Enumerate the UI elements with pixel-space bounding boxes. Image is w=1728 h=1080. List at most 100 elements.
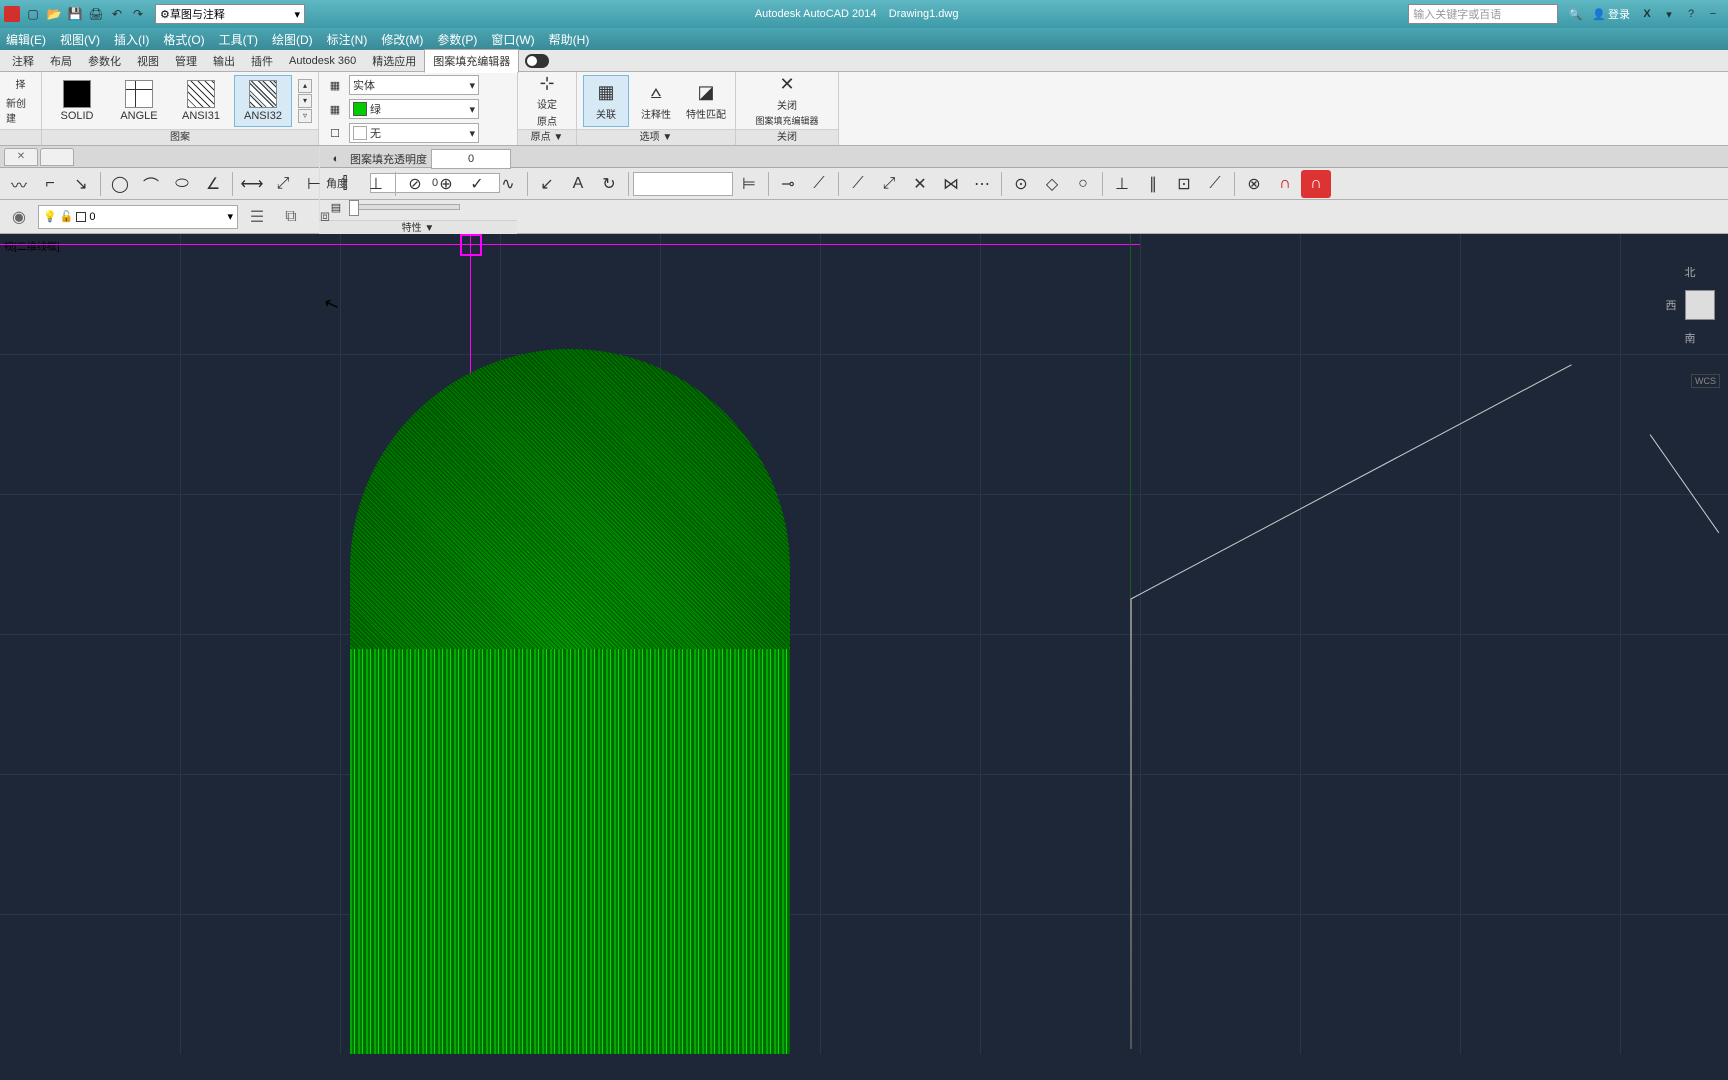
menu-help[interactable]: 帮助(H) (549, 31, 590, 48)
dimstyle-icon[interactable]: ⊨ (734, 170, 764, 198)
snap-insert-icon[interactable]: ⊡ (1169, 170, 1199, 198)
hatch-type-select[interactable]: 实体▾ (349, 75, 479, 95)
new-icon[interactable]: ▢ (24, 5, 42, 23)
snap-parallel-icon[interactable]: ∥ (1138, 170, 1168, 198)
menu-insert[interactable]: 插入(I) (114, 31, 149, 48)
hatch-bg-select[interactable]: 无▾ (349, 123, 479, 143)
layer-iso-icon[interactable]: ⧉ (276, 203, 306, 231)
associative-button[interactable]: ▦关联 (583, 75, 629, 127)
pattern-angle[interactable]: ANGLE (110, 75, 168, 127)
dimstyle-combo[interactable] (633, 172, 733, 196)
tab-annotate[interactable]: 注释 (4, 50, 42, 72)
panel-options-title[interactable]: 选项 ▼ (577, 129, 735, 145)
circle-icon[interactable]: ◯ (105, 170, 135, 198)
login-button[interactable]: 👤 登录 (1592, 6, 1630, 22)
opacity-value[interactable]: 0 (431, 149, 511, 169)
tab-output[interactable]: 输出 (205, 50, 243, 72)
pattern-ansi31[interactable]: ANSI31 (172, 75, 230, 127)
app-icon[interactable] (4, 6, 20, 22)
pattern-ansi32[interactable]: ANSI32 (234, 75, 292, 127)
workspace-selector[interactable]: ⚙ 草图与注释 ▾ (155, 4, 305, 24)
panel-origin-title[interactable]: 原点 ▼ (518, 129, 576, 145)
menu-dimension[interactable]: 标注(N) (327, 31, 368, 48)
file-tab-1[interactable]: ✕ (4, 148, 38, 166)
snap-center-dash-icon[interactable]: ⋯ (967, 170, 997, 198)
angle-icon[interactable]: ∠ (198, 170, 228, 198)
leader-icon[interactable]: ↙ (532, 170, 562, 198)
snap-none-icon[interactable]: ⊗ (1239, 170, 1269, 198)
tab-view[interactable]: 视图 (129, 50, 167, 72)
snap-extension-icon[interactable]: ⤢ (874, 170, 904, 198)
arc-icon[interactable]: ⌒ (136, 170, 166, 198)
osnap-magnet-icon[interactable]: ∩ (1270, 170, 1300, 198)
tab-manage[interactable]: 管理 (167, 50, 205, 72)
dim-continue-icon[interactable]: ⊢ (299, 170, 329, 198)
scale-slider[interactable] (350, 204, 460, 210)
dim-ordinate-icon[interactable]: ⊥ (361, 170, 391, 198)
snap-midpoint-icon[interactable]: ⟋ (804, 170, 834, 198)
open-icon[interactable]: 📂 (45, 5, 63, 23)
snap-node-icon[interactable]: ⟋ (843, 170, 873, 198)
menu-tools[interactable]: 工具(T) (219, 31, 258, 48)
polyline-icon[interactable]: ⌐ (35, 170, 65, 198)
osnap-lock-icon[interactable]: ∩ (1301, 170, 1331, 198)
pattern-scroll[interactable]: ▴▾▿ (298, 79, 312, 123)
dim-linear-icon[interactable]: ⟷ (237, 170, 267, 198)
spline-icon[interactable]: 〰 (4, 170, 34, 198)
dim-diameter-icon[interactable]: ⊕ (431, 170, 461, 198)
menu-format[interactable]: 格式(O) (163, 31, 204, 48)
dim-aligned-icon[interactable]: ⤢ (268, 170, 298, 198)
tab-parametric[interactable]: 参数化 (80, 50, 129, 72)
dim-jog-icon[interactable]: ∿ (493, 170, 523, 198)
binoculars-icon[interactable]: 🔍 (1564, 4, 1586, 24)
dropdown-icon[interactable]: ▾ (1658, 4, 1680, 24)
drawing-canvas[interactable]: 视[二维线框] 北 西 南 WCS ↖ (0, 234, 1728, 1054)
close-hatch-editor-button[interactable]: ✕ 关闭 图案填充编辑器 (742, 75, 832, 127)
menu-window[interactable]: 窗口(W) (491, 31, 534, 48)
tab-featured[interactable]: 精选应用 (364, 50, 424, 72)
ellipse-icon[interactable]: ⬭ (167, 170, 197, 198)
refresh-icon[interactable]: ↻ (594, 170, 624, 198)
print-icon[interactable]: 🖨 (87, 5, 105, 23)
hatched-object[interactable] (350, 349, 790, 1054)
menu-view[interactable]: 视图(V) (60, 31, 100, 48)
match-props-button[interactable]: ◪特性匹配 (683, 75, 729, 127)
file-tab-2[interactable] (40, 148, 74, 166)
undo-icon[interactable]: ↶ (108, 5, 126, 23)
tab-a360[interactable]: Autodesk 360 (281, 52, 364, 70)
snap-quadrant-icon[interactable]: ◇ (1037, 170, 1067, 198)
menu-edit[interactable]: 编辑(E) (6, 31, 46, 48)
layer-props-icon[interactable]: ⧈ (310, 203, 340, 231)
annotative-button[interactable]: ⩟注释性 (633, 75, 679, 127)
snap-intersection-icon[interactable]: ✕ (905, 170, 935, 198)
tab-hatch-editor[interactable]: 图案填充编辑器 (424, 49, 519, 73)
set-origin-button[interactable]: ⊹ 设定 原点 (524, 75, 570, 127)
minimize-icon[interactable]: − (1702, 4, 1724, 24)
xline-icon[interactable]: ↘ (66, 170, 96, 198)
pattern-solid[interactable]: SOLID (48, 75, 106, 127)
snap-center-icon[interactable]: ⊙ (1006, 170, 1036, 198)
menu-draw[interactable]: 绘图(D) (272, 31, 313, 48)
view-compass[interactable]: 北 西 南 (1660, 254, 1720, 374)
text-icon[interactable]: A (563, 170, 593, 198)
recreate-boundary-button[interactable]: 新创建 (6, 95, 35, 125)
line-object[interactable] (1650, 434, 1720, 533)
exchange-icon[interactable]: X (1636, 4, 1658, 24)
tab-plugins[interactable]: 插件 (243, 50, 281, 72)
dim-radius-icon[interactable]: ⊘ (400, 170, 430, 198)
snap-endpoint-icon[interactable]: ⊸ (773, 170, 803, 198)
snap-apparent-icon[interactable]: ⋈ (936, 170, 966, 198)
hatch-color-select[interactable]: 绿▾ (349, 99, 479, 119)
menu-modify[interactable]: 修改(M) (381, 31, 423, 48)
line-object[interactable] (1130, 599, 1132, 1049)
help-icon[interactable]: ? (1680, 4, 1702, 24)
layer-combo[interactable]: 💡 🔓 0 ▾ (38, 205, 238, 229)
snap-nearest-icon[interactable]: ⟋ (1200, 170, 1230, 198)
layer-manager-icon[interactable]: ☰ (242, 203, 272, 231)
search-input[interactable]: 输入关键字或百语 (1408, 4, 1558, 24)
menu-params[interactable]: 参数(P) (437, 31, 477, 48)
save-icon[interactable]: 💾 (66, 5, 84, 23)
wcs-label[interactable]: WCS (1691, 374, 1720, 388)
redo-icon[interactable]: ↷ (129, 5, 147, 23)
dim-baseline-icon[interactable]: ⫿ (330, 170, 360, 198)
